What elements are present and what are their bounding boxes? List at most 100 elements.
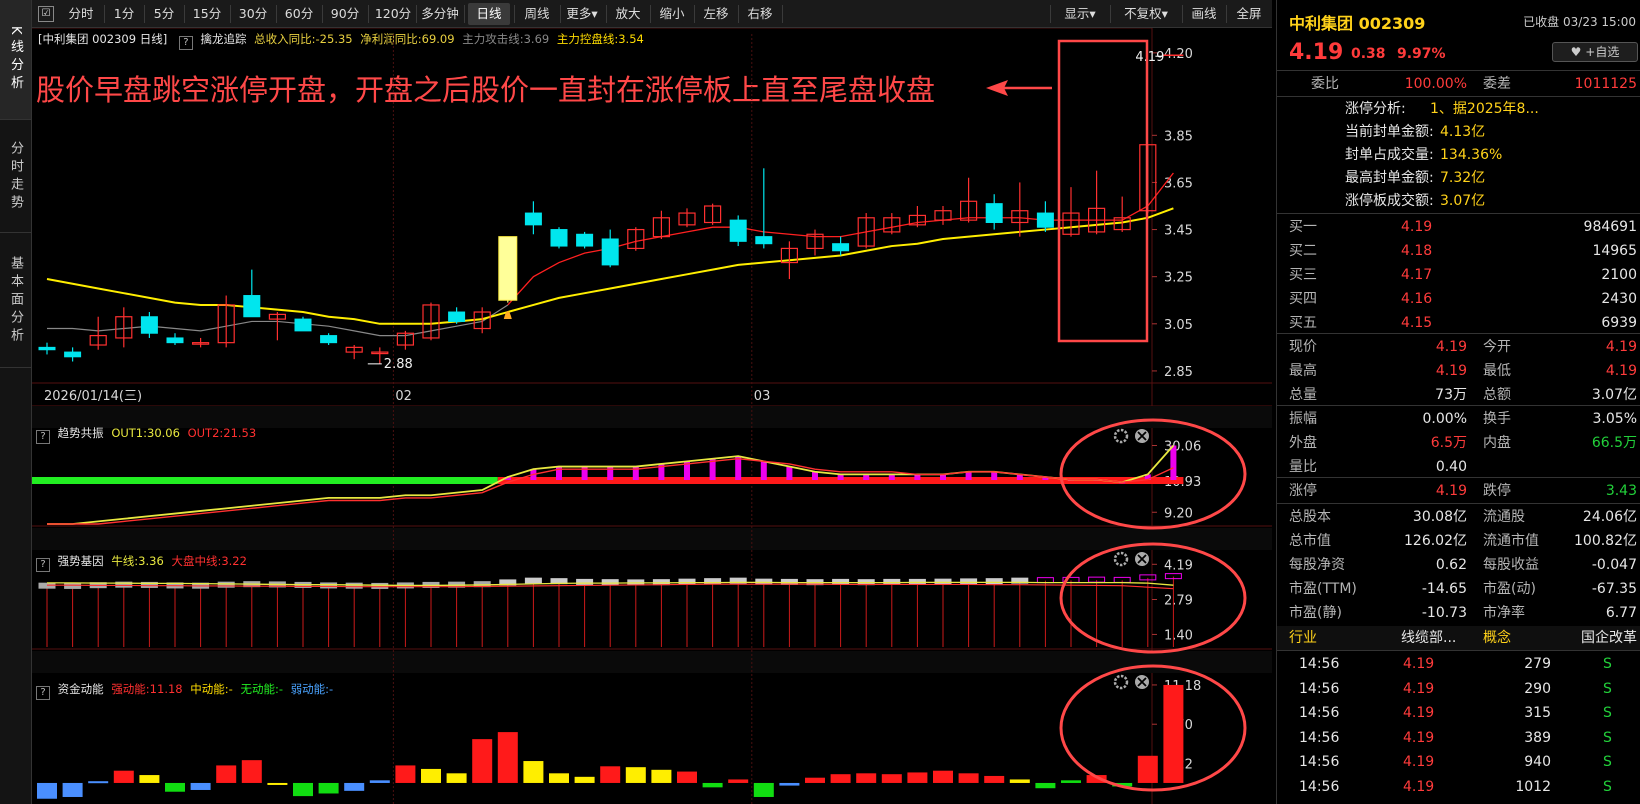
panel1-legend-out1: OUT1:30.06 — [111, 426, 180, 440]
quote-value: 3.05% — [1592, 411, 1637, 427]
bid-row[interactable]: 买二 4.18 14965 — [1277, 239, 1640, 263]
quote-row: 现价 4.19 今开 4.19 — [1277, 335, 1640, 359]
candle-body-down — [243, 295, 261, 318]
period-button-more[interactable]: 更多▾ — [562, 3, 602, 25]
pan-left-button[interactable]: 左移 — [698, 3, 734, 25]
y-tick-label: 3.05 — [1164, 318, 1193, 333]
gear-icon[interactable] — [1113, 428, 1129, 444]
trend-bar — [786, 466, 793, 480]
quote-value: 73万 — [1435, 387, 1467, 403]
period-button-daily[interactable]: 日线 — [468, 3, 510, 25]
bid-row[interactable]: 买四 4.16 2430 — [1277, 287, 1640, 311]
quote-label: 总额 — [1483, 387, 1511, 403]
industry-label: 行业 — [1289, 630, 1317, 646]
quote-value: 100.82亿 — [1574, 533, 1637, 549]
tab-intraday[interactable]: 分时走势 — [0, 121, 31, 233]
period-button-multi-min[interactable]: 多分钟 — [418, 3, 462, 25]
bid-row[interactable]: 买五 4.15 6939 — [1277, 311, 1640, 335]
candle-body-limit-up — [498, 236, 518, 301]
quote-value: -0.047 — [1591, 557, 1637, 573]
momentum-bar — [62, 782, 83, 797]
bid-price: 4.17 — [1401, 267, 1433, 283]
trend-bar — [760, 461, 767, 480]
quote-label: 每股净资 — [1289, 557, 1345, 573]
display-menu-button[interactable]: 显示▾ — [1054, 3, 1106, 25]
period-button-1min[interactable]: 1分 — [108, 3, 140, 25]
price-change: 0.38 — [1351, 46, 1386, 62]
weici-label: 委差 — [1483, 76, 1511, 92]
panel3-legend-none: 无动能:- — [240, 682, 283, 696]
gear-icon[interactable] — [1113, 551, 1129, 567]
bid-label: 买五 — [1289, 315, 1317, 331]
period-button-60min[interactable]: 60分 — [280, 3, 318, 25]
gene-bar — [883, 578, 901, 585]
period-button-90min[interactable]: 90分 — [326, 3, 364, 25]
tick-volume: 290 — [1524, 680, 1551, 697]
concept-value[interactable]: 国企改革 — [1581, 626, 1637, 650]
candle-body-down — [38, 346, 56, 351]
limit-info-value: 134.36% — [1440, 147, 1503, 163]
momentum-bar — [165, 782, 185, 792]
period-button-weekly[interactable]: 周线 — [518, 3, 556, 25]
bid-label: 买二 — [1289, 243, 1317, 259]
add-watchlist-button[interactable]: ♥ +自选 — [1552, 42, 1638, 62]
tab-fundamentals[interactable]: 基本面分析 — [0, 234, 31, 368]
zoom-out-button[interactable]: 缩小 — [654, 3, 690, 25]
tick-time: 14:56 — [1299, 729, 1340, 746]
quote-row: 总市值 126.02亿 流通市值 100.82亿 — [1277, 529, 1640, 553]
y-tick-label: 2.85 — [1164, 365, 1193, 380]
menu-toggle-icon[interactable]: ☑ — [38, 6, 54, 22]
pan-right-button[interactable]: 右移 — [742, 3, 778, 25]
help-icon[interactable]: ? — [36, 686, 50, 700]
bid-row[interactable]: 买三 4.17 2100 — [1277, 263, 1640, 287]
panel3-legend: ? 资金动能 强动能:11.18 中动能:- 无动能:- 弱动能:- — [36, 681, 333, 700]
tick-volume: 940 — [1524, 754, 1551, 770]
momentum-bar — [318, 782, 339, 794]
help-icon[interactable]: ? — [36, 430, 50, 444]
gene-bar — [652, 579, 670, 586]
tick-time: 14:56 — [1299, 705, 1340, 721]
industry-value[interactable]: 线缆部... — [1401, 626, 1456, 650]
help-icon[interactable]: ? — [36, 558, 50, 572]
adjust-menu-button[interactable]: 不复权▾ — [1114, 3, 1178, 25]
momentum-bar — [113, 770, 134, 783]
y-tick-label: 1.40 — [1164, 628, 1193, 643]
quote-label: 总股本 — [1289, 509, 1331, 525]
quote-panel: 中利集团 002309 已收盘 03/23 15:00 4.19 0.38 9.… — [1276, 0, 1640, 804]
add-watchlist-label: +自选 — [1585, 45, 1620, 59]
quote-label: 流通市值 — [1483, 533, 1539, 549]
zoom-in-button[interactable]: 放大 — [610, 3, 646, 25]
draw-line-button[interactable]: 画线 — [1186, 3, 1222, 25]
tab-k-line[interactable]: K线分析 — [0, 0, 31, 120]
weibi-row: 委比 100.00% 委差 1011125 — [1277, 72, 1640, 96]
limit-info-row: 最高封单金额: 7.32亿 — [1277, 167, 1640, 190]
panel1-legend-out2: OUT2:21.53 — [187, 426, 257, 440]
tick-volume: 279 — [1524, 656, 1551, 672]
bid-label: 买一 — [1289, 219, 1317, 235]
fullscreen-button[interactable]: 全屏 — [1230, 3, 1268, 25]
trend-bar — [991, 471, 998, 480]
period-button-30min[interactable]: 30分 — [234, 3, 272, 25]
limit-info-value: 1、据2025年8... — [1430, 101, 1539, 117]
candle-body-down — [550, 229, 568, 247]
momentum-bar — [241, 760, 262, 783]
quote-label: 最低 — [1483, 363, 1511, 379]
period-button-15min[interactable]: 15分 — [188, 3, 226, 25]
trend-green-band — [32, 477, 498, 484]
quote-label: 内盘 — [1483, 435, 1511, 451]
period-button-5min[interactable]: 5分 — [148, 3, 180, 25]
gear-icon[interactable] — [1113, 674, 1129, 690]
tick-row: 14:56 4.19 940 S — [1277, 750, 1640, 774]
momentum-bar — [216, 765, 237, 783]
quote-row: 市盈(静) -10.73 市净率 6.77 — [1277, 601, 1640, 625]
price-change-pct: 9.97% — [1397, 46, 1446, 62]
period-button-120min[interactable]: 120分 — [372, 3, 414, 25]
momentum-bar — [549, 773, 569, 783]
candle-body-down — [166, 337, 184, 344]
chart-area[interactable]: [中利集团 002309 日线] ? 擒龙追踪 总收入同比:-25.35 净利润… — [32, 28, 1272, 804]
quote-value: 0.62 — [1435, 557, 1467, 573]
tick-side: S — [1603, 729, 1612, 746]
period-button-intraday[interactable]: 分时 — [62, 3, 100, 25]
quote-value: 4.19 — [1435, 483, 1467, 499]
bid-row[interactable]: 买一 4.19 984691 — [1277, 215, 1640, 239]
